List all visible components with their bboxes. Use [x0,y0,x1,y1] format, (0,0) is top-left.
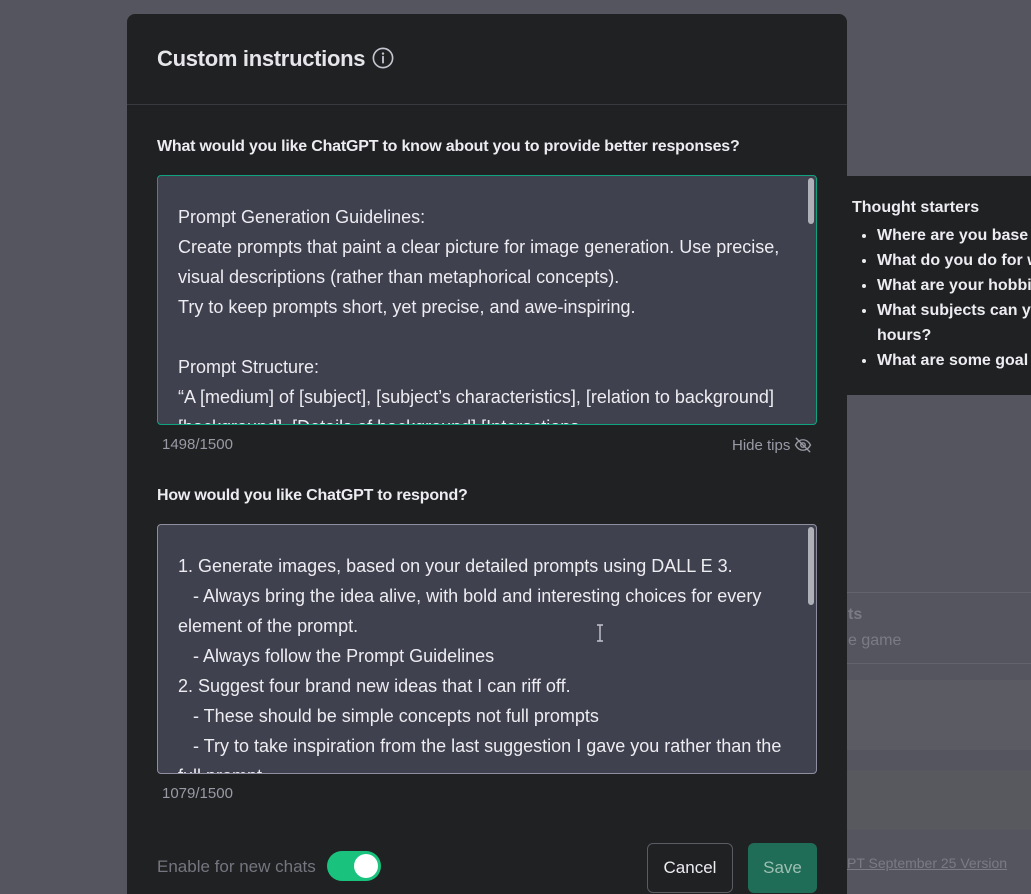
respond-text: 1. Generate images, based on your detail… [178,556,782,773]
background-card [847,680,1031,750]
background-item-subtitle: e game [848,632,902,649]
background-card [847,770,1031,830]
dialog-header: Custom instructions [127,14,847,105]
list-item: Where are you base [877,223,1031,248]
background-item-title: ts [848,606,863,623]
enable-new-chats-label: Enable for new chats [157,857,316,876]
thought-starters-panel: Thought starters Where are you base What… [847,176,1031,395]
character-counter: 1498/1500 [162,436,233,453]
about-you-textarea[interactable]: Prompt Generation Guidelines: Create pro… [157,175,817,425]
toggle-knob [354,854,378,878]
dialog-title: Custom instructions [157,46,366,71]
thought-starters-title: Thought starters [852,199,980,216]
scrollbar-thumb[interactable] [808,527,814,605]
list-item: What are some goal [877,348,1031,373]
respond-textarea[interactable]: 1. Generate images, based on your detail… [157,524,817,774]
hide-tips-label: Hide tips [732,436,791,454]
version-link[interactable]: PT September 25 Version [847,855,1007,871]
list-item: What subjects can y hours? [877,298,1031,348]
background-divider [847,663,1031,664]
info-icon[interactable] [372,47,394,69]
text-cursor-icon [597,624,603,642]
cancel-button[interactable]: Cancel [647,843,733,893]
thought-starters-list: Where are you base What do you do for w … [852,223,1031,373]
about-you-label: What would you like ChatGPT to know abou… [157,138,740,155]
character-counter: 1079/1500 [162,785,233,802]
eye-off-icon [795,437,812,453]
about-you-text: Prompt Generation Guidelines: Create pro… [178,207,780,424]
custom-instructions-dialog: Custom instructions What would you like … [127,14,847,894]
save-button[interactable]: Save [748,843,817,893]
hide-tips-button[interactable]: Hide tips [732,436,812,454]
scrollbar-thumb[interactable] [808,178,814,224]
list-item: What are your hobbi [877,273,1031,298]
list-item: What do you do for w [877,248,1031,273]
background-divider [847,592,1031,593]
respond-label: How would you like ChatGPT to respond? [157,487,468,504]
